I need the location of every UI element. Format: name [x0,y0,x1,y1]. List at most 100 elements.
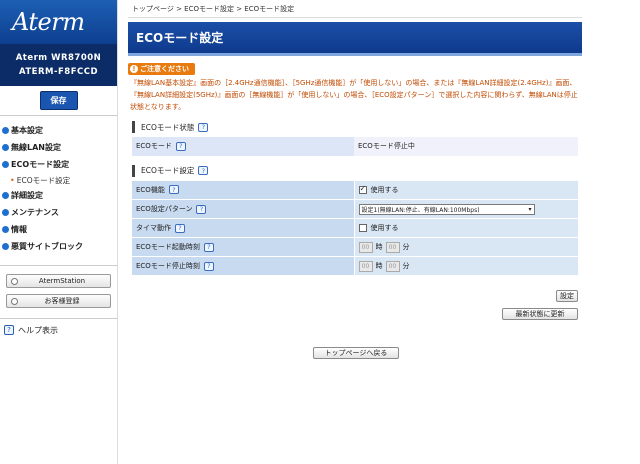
settings-heading-label: ECOモード設定 [141,166,195,175]
eco-mode-label-cell: ECOモード? [132,137,354,157]
radio-icon [11,277,18,285]
help-question-icon[interactable]: ? [175,141,186,151]
bullet-icon [2,192,9,199]
device-name: ATERM-F8FCCD [18,67,99,77]
sidebar-item-label: ECOモード設定 [11,160,70,169]
logo: Aterm [0,0,117,44]
sidebar-item-label: メンテナンス [11,208,59,217]
notice-badge-label: ご注意ください [140,65,189,73]
help-question-icon[interactable]: ? [203,242,214,252]
pattern-label-cell: ECO設定パターン? [132,199,355,219]
help-link[interactable]: ? ヘルプ表示 [0,319,117,341]
exclamation-icon: ! [130,65,138,73]
breadcrumb: トップページ > ECOモード設定 > ECOモード設定 [128,0,582,18]
atermstation-button[interactable]: AtermStation [6,274,111,288]
notice-badge: ! ご注意ください [128,63,195,75]
bullet-icon [2,209,9,216]
sidebar-item-wireless[interactable]: 無線LAN設定 [0,139,117,156]
model-info: Aterm WR8700N ATERM-F8FCCD [0,44,117,86]
back-to-top-button[interactable]: トップページへ戻る [313,347,399,359]
sidebar-item-site-block[interactable]: 悪質サイトブロック [0,238,117,255]
eco-function-label-cell: ECO機能? [132,180,355,200]
pattern-label: ECO設定パターン [136,205,193,213]
sidebar-nav: 基本設定 無線LAN設定 ECOモード設定 • ECOモード設定 詳細設定 メンテ… [0,116,117,266]
sidebar-buttons: AtermStation お客様登録 [0,266,117,319]
eco-function-label: ECO機能 [136,185,165,194]
radio-icon [11,297,18,305]
stop-hour-input[interactable]: 00 [358,260,373,272]
help-question-icon[interactable]: ? [203,261,214,271]
stop-time-label-cell: ECOモード停止時刻? [132,256,355,276]
help-question-icon[interactable]: ? [175,223,185,233]
minute-unit: 分 [402,243,410,251]
help-question-icon[interactable]: ? [198,122,209,132]
hour-unit: 時 [375,262,383,270]
table-row: ECO機能? 使用する [132,180,578,200]
chevron-down-icon: ▾ [528,205,532,213]
bullet-icon [2,127,9,134]
settings-section-heading: ECOモード設定 ? [132,164,582,177]
help-question-icon[interactable]: ? [196,204,207,214]
save-button[interactable]: 保存 [39,91,78,110]
set-button[interactable]: 設定 [556,290,578,302]
help-question-icon[interactable]: ? [168,185,179,195]
sidebar-item-maintenance[interactable]: メンテナンス [0,204,117,221]
customer-register-button[interactable]: お客様登録 [6,294,111,308]
status-table: ECOモード? ECOモード停止中 [132,137,578,157]
pattern-cell: 設定1(無線LAN:停止、有線LAN:100Mbps) ▾ [354,199,578,219]
start-time-label-cell: ECOモード起動時刻? [132,237,355,257]
refresh-button[interactable]: 最新状態に更新 [502,308,578,320]
timer-checkbox[interactable] [358,224,367,232]
settings-table: ECO機能? 使用する ECO設定パターン? 設定1(無線LAN:停止、有線LA… [132,180,578,276]
sidebar-item-label: ECOモード設定 [16,175,71,185]
eco-mode-label: ECOモード [136,142,172,151]
eco-pattern-selected: 設定1(無線LAN:停止、有線LAN:100Mbps) [361,206,480,214]
timer-label-cell: タイマ動作? [132,218,355,238]
stop-minute-input[interactable]: 00 [385,260,400,272]
sidebar-item-label: 無線LAN設定 [11,143,61,152]
atermstation-label: AtermStation [38,277,86,285]
page-title: ECOモード設定 [128,22,582,56]
bullet-icon [2,161,9,168]
customer-register-label: お客様登録 [44,297,80,305]
table-row: ECOモード停止時刻? 00 時 00 分 [132,256,578,276]
sidebar-item-eco[interactable]: ECOモード設定 [0,156,117,173]
help-question-icon[interactable]: ? [198,166,209,175]
eco-function-checkbox[interactable] [358,184,367,194]
bullet-icon [2,226,9,233]
save-area: 保存 [0,86,117,116]
hour-unit: 時 [375,243,383,251]
model-name: Aterm WR8700N [15,53,102,63]
start-time-label: ECOモード起動時刻 [136,243,200,251]
eco-function-cell: 使用する [354,180,578,200]
sidebar: Aterm Aterm WR8700N ATERM-F8FCCD 保存 基本設定… [0,0,118,464]
sidebar-item-label: 悪質サイトブロック [11,242,83,251]
logo-text: Aterm [12,8,85,36]
sidebar-item-label: 基本設定 [11,126,43,135]
sidebar-item-info[interactable]: 情報 [0,221,117,238]
help-icon: ? [4,325,14,335]
sidebar-item-label: 詳細設定 [11,191,43,200]
table-row: ECO設定パターン? 設定1(無線LAN:停止、有線LAN:100Mbps) ▾ [132,199,578,219]
start-minute-input[interactable]: 00 [385,241,400,253]
stop-time-label: ECOモード停止時刻 [136,262,200,270]
status-heading-label: ECOモード状態 [141,122,195,132]
status-section-heading: ECOモード状態 ? [132,121,582,133]
timer-cell: 使用する [354,218,578,238]
bullet-icon [2,144,9,151]
notice-text: 『無線LAN基本設定』画面の［2.4GHz通信機能］、［5GHz通信機能］が「使… [130,79,578,111]
table-row: ECOモード? ECOモード停止中 [132,137,578,157]
minute-unit: 分 [402,262,410,270]
sidebar-item-advanced[interactable]: 詳細設定 [0,187,117,204]
help-label: ヘルプ表示 [18,325,58,335]
start-hour-input[interactable]: 00 [358,241,373,253]
timer-label: タイマ動作 [136,224,171,232]
main-content: トップページ > ECOモード設定 > ECOモード設定 ECOモード設定 ! ご… [128,0,582,359]
page: Aterm Aterm WR8700N ATERM-F8FCCD 保存 基本設定… [0,0,640,464]
sidebar-subitem-eco[interactable]: • ECOモード設定 [0,173,117,187]
sidebar-item-basic[interactable]: 基本設定 [0,122,117,139]
bullet-icon [2,243,9,250]
table-row: タイマ動作? 使用する [132,218,578,238]
timer-checkbox-label: 使用する [370,224,399,232]
eco-pattern-select[interactable]: 設定1(無線LAN:停止、有線LAN:100Mbps) ▾ [358,203,535,215]
